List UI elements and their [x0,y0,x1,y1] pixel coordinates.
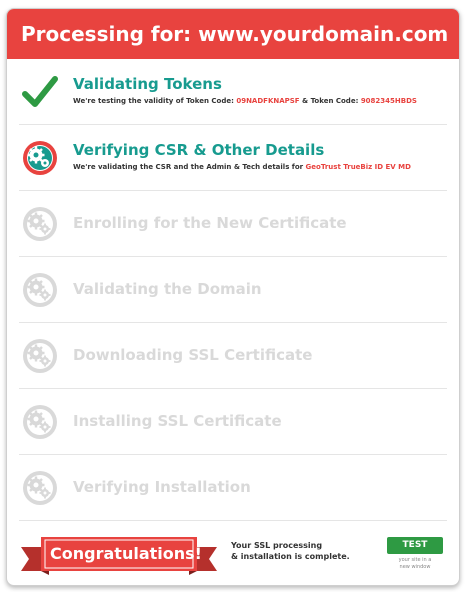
step-verifying-installation: Verifying Installation [7,455,459,521]
congratulations-text: Congratulations! [50,544,202,563]
step-installing: Installing SSL Certificate [7,389,459,455]
congratulations-ribbon: Congratulations! [21,535,217,575]
checkmark-icon [22,76,58,107]
completion-message: Your SSL processing & installation is co… [231,541,350,561]
test-button[interactable]: TEST [387,537,443,554]
step-description: We're validating the CSR and the Admin &… [73,163,411,171]
gears-icon [21,469,59,507]
step-title: Validating the Domain [73,280,262,298]
step-title: Verifying CSR & Other Details [73,141,325,159]
step-title: Enrolling for the New Certificate [73,214,347,232]
page-title: Processing for: www.yourdomain.com [7,9,459,59]
processing-panel: Processing for: www.yourdomain.com Valid… [6,8,460,586]
gears-icon [21,337,59,375]
step-description: We're testing the validity of Token Code… [73,97,417,105]
step-enrolling: Enrolling for the New Certificate [7,191,459,257]
step-validating-tokens: Validating Tokens We're testing the vali… [7,59,459,125]
token-code: 9082345HBDS [360,97,417,105]
step-downloading: Downloading SSL Certificate [7,323,459,389]
gears-icon [23,141,57,175]
test-note: your site in a new window [398,557,432,570]
product-name: GeoTrust TrueBiz ID EV MD [305,163,411,171]
divider [19,520,447,521]
step-validating-domain: Validating the Domain [7,257,459,323]
step-title: Verifying Installation [73,478,251,496]
step-title: Validating Tokens [73,75,222,93]
step-title: Downloading SSL Certificate [73,346,313,364]
gears-icon [21,403,59,441]
gears-icon [21,271,59,309]
step-verifying-csr: Verifying CSR & Other Details We're vali… [7,125,459,191]
token-code: 09NADFKNAPSF [236,97,300,105]
gears-icon [21,205,59,243]
step-title: Installing SSL Certificate [73,412,282,430]
completion-footer: Congratulations! Your SSL processing & i… [7,523,459,585]
